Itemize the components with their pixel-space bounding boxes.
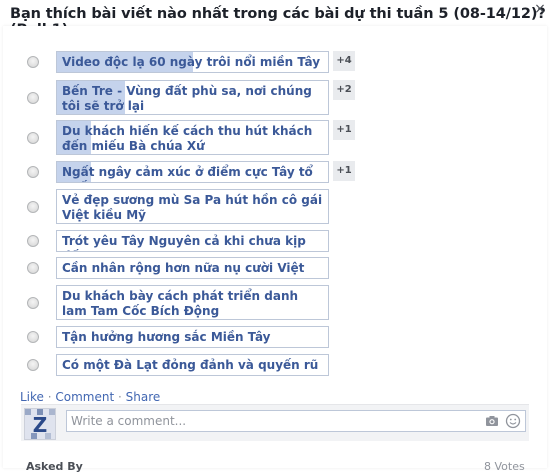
- option-box[interactable]: Vẻ đẹp sương mù Sa Pa hút hồn cô gái Việ…: [56, 189, 329, 224]
- option-radio[interactable]: [27, 132, 39, 144]
- option-box[interactable]: Du khách bày cách phát triển danh lam Ta…: [56, 285, 329, 320]
- smiley-icon[interactable]: [505, 413, 521, 429]
- action-separator: ·: [43, 390, 56, 404]
- option-radio[interactable]: [27, 56, 39, 68]
- option-label: Trót yêu Tây Nguyên cả khi chưa kịp đến: [62, 234, 306, 251]
- option-label: Du khách bày cách phát triển danh lam Ta…: [62, 289, 299, 318]
- option-label: Vẻ đẹp sương mù Sa Pa hút hồn cô gái Việ…: [62, 193, 323, 222]
- option-label: Tận hưởng hương sắc Miền Tây: [62, 330, 271, 344]
- option-radio[interactable]: [27, 331, 39, 343]
- option-label: Có một Đà Lạt đỏng đảnh và quyến rũ: [62, 358, 319, 372]
- option-box[interactable]: Video độc lạ 60 ngày trôi nổi miền Tây: [56, 51, 329, 73]
- vote-count-badge[interactable]: +2: [333, 80, 355, 100]
- option-box[interactable]: Ngất ngây cảm xúc ở điểm cực Tây tổ quốc: [56, 161, 329, 183]
- option-radio[interactable]: [27, 92, 39, 104]
- option-box[interactable]: Cần nhân rộng hơn nữa nụ cười Việt Nam: [56, 257, 329, 279]
- action-separator: ·: [114, 390, 126, 404]
- comment-placeholder: Write a comment...: [71, 414, 187, 428]
- like-link[interactable]: Like: [20, 390, 44, 404]
- avatar[interactable]: Z: [24, 408, 56, 440]
- vote-total: 8 Votes: [484, 460, 525, 473]
- option-radio[interactable]: [27, 359, 39, 371]
- option-radio[interactable]: [27, 201, 39, 213]
- option-radio[interactable]: [27, 235, 39, 247]
- option-box[interactable]: Tận hưởng hương sắc Miền Tây: [56, 326, 329, 348]
- option-label: Ngất ngây cảm xúc ở điểm cực Tây tổ quốc: [62, 165, 313, 182]
- comment-input[interactable]: Write a comment...: [66, 410, 526, 432]
- vote-count-badge[interactable]: +1: [333, 161, 355, 181]
- vote-count-badge[interactable]: +1: [333, 120, 355, 140]
- avatar-letter: Z: [32, 413, 48, 437]
- option-label: Video độc lạ 60 ngày trôi nổi miền Tây: [62, 55, 321, 69]
- asked-by-label: Asked By: [26, 460, 83, 473]
- vote-count-badge[interactable]: +4: [333, 51, 355, 71]
- option-box[interactable]: Trót yêu Tây Nguyên cả khi chưa kịp đến: [56, 230, 329, 252]
- post-actions: Like · Comment · Share: [20, 390, 160, 404]
- option-box[interactable]: Có một Đà Lạt đỏng đảnh và quyến rũ: [56, 354, 329, 376]
- option-radio[interactable]: [27, 297, 39, 309]
- option-label: Du khách hiến kế cách thu hút khách đến …: [62, 124, 313, 153]
- camera-icon[interactable]: [485, 414, 499, 428]
- close-button[interactable]: ×: [533, 2, 547, 16]
- option-label: Cần nhân rộng hơn nữa nụ cười Việt Nam: [62, 261, 305, 278]
- option-box[interactable]: Du khách hiến kế cách thu hút khách đến …: [56, 120, 329, 155]
- comment-area: Z Write a comment...: [21, 404, 529, 441]
- option-radio[interactable]: [27, 262, 39, 274]
- comment-link[interactable]: Comment: [55, 390, 114, 404]
- option-box[interactable]: Bến Tre - Vùng đất phù sa, nơi chúng tôi…: [56, 80, 329, 115]
- share-link[interactable]: Share: [126, 390, 161, 404]
- option-label: Bến Tre - Vùng đất phù sa, nơi chúng tôi…: [62, 84, 312, 113]
- option-radio[interactable]: [27, 166, 39, 178]
